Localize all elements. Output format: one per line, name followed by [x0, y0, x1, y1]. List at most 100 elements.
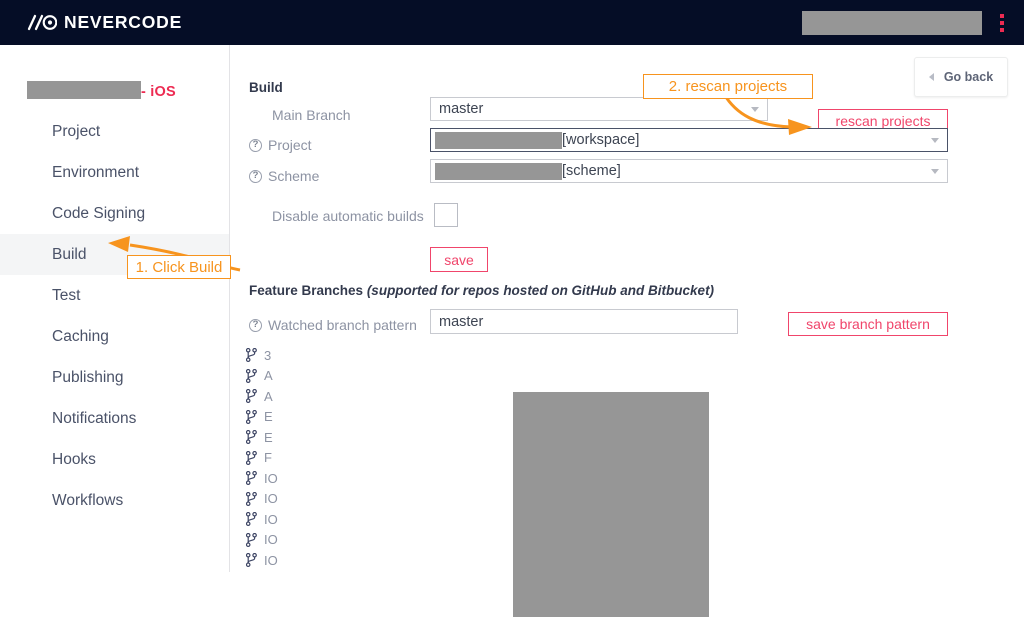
- slash-slash-circle-icon: [27, 14, 57, 31]
- sidebar-item-label: Project: [52, 122, 101, 140]
- branch-name-prefix: 3: [264, 347, 272, 363]
- main-branch-value: master: [439, 101, 484, 117]
- rescan-projects-label: rescan projects: [835, 113, 931, 129]
- watched-branch-pattern-value: master: [439, 313, 484, 330]
- sidebar-item-hooks[interactable]: Hooks: [0, 439, 229, 480]
- disable-automatic-builds-label: Disable automatic builds: [272, 208, 424, 224]
- branch-list-item[interactable]: IO: [246, 530, 506, 551]
- chevron-down-icon: [931, 168, 939, 174]
- chevron-down-icon: [931, 137, 939, 143]
- git-branch-icon: [246, 532, 257, 547]
- git-branch-icon: [246, 512, 257, 527]
- git-branch-icon: [246, 389, 257, 404]
- project-value-suffix: [workspace]: [562, 132, 640, 148]
- branch-name-prefix: A: [264, 368, 273, 384]
- branch-name-prefix: IO: [264, 491, 278, 507]
- branch-name-prefix: IO: [264, 470, 278, 486]
- vertical-dots-menu-icon[interactable]: [996, 11, 1008, 35]
- project-select[interactable]: [workspace]: [430, 128, 948, 152]
- git-branch-icon: [246, 450, 257, 465]
- git-branch-icon: [246, 348, 257, 363]
- sidebar-item-workflows[interactable]: Workflows: [0, 480, 229, 521]
- project-name-suffix: - iOS: [141, 84, 176, 100]
- git-branch-icon: [246, 491, 257, 506]
- project-name-redacted: [27, 81, 141, 99]
- sidebar-item-label: Test: [52, 286, 81, 304]
- branch-name-prefix: A: [264, 388, 273, 404]
- sidebar-item-label: Workflows: [52, 491, 124, 509]
- project-label: ? Project: [249, 137, 312, 153]
- sidebar-item-project[interactable]: Project: [0, 111, 229, 152]
- sidebar-item-environment[interactable]: Environment: [0, 152, 229, 193]
- sidebar-item-label: Environment: [52, 163, 140, 181]
- sidebar-item-test[interactable]: Test: [0, 275, 229, 316]
- save-button-label: save: [444, 251, 474, 268]
- main-branch-label: Main Branch: [272, 107, 351, 123]
- branch-list-item[interactable]: IO: [246, 468, 506, 489]
- git-branch-icon: [246, 471, 257, 486]
- disable-automatic-builds-checkbox[interactable]: [434, 203, 458, 227]
- project-value-redacted: [435, 131, 562, 149]
- branch-list-item[interactable]: IO: [246, 550, 506, 571]
- sidebar-item-label: Build: [52, 245, 87, 263]
- sidebar-item-label: Caching: [52, 327, 109, 345]
- branch-list-item[interactable]: F: [246, 448, 506, 469]
- branch-names-redacted: [513, 392, 709, 617]
- top-bar-right-group: [802, 0, 1008, 45]
- git-branch-icon: [246, 409, 257, 424]
- chevron-left-icon: [928, 73, 934, 81]
- branch-name-prefix: IO: [264, 552, 278, 568]
- scheme-value-suffix: [scheme]: [562, 163, 621, 179]
- help-icon[interactable]: ?: [249, 169, 262, 183]
- branch-list: 3 A A E E F IO IO IO IO IO: [246, 345, 506, 571]
- branch-name-prefix: E: [264, 409, 273, 425]
- brand-logo-text: NEVERCODE: [64, 12, 183, 32]
- branch-list-item[interactable]: A: [246, 366, 506, 387]
- branch-list-item[interactable]: A: [246, 386, 506, 407]
- scheme-select[interactable]: [scheme]: [430, 159, 948, 183]
- main-content: Go back Build Main Branch master rescan …: [230, 45, 1024, 617]
- branch-list-item[interactable]: IO: [246, 489, 506, 510]
- search-field-redacted[interactable]: [802, 10, 982, 35]
- branch-list-item[interactable]: IO: [246, 509, 506, 530]
- branch-list-item[interactable]: 3: [246, 345, 506, 366]
- help-icon[interactable]: ?: [249, 318, 262, 332]
- feature-branches-heading: Feature Branches (supported for repos ho…: [249, 283, 714, 298]
- branch-name-prefix: E: [264, 429, 273, 445]
- watched-branch-pattern-label: ? Watched branch pattern: [249, 317, 417, 333]
- sidebar-project-title: - iOS: [27, 78, 176, 100]
- help-icon[interactable]: ?: [249, 138, 262, 152]
- annotation-label-click-build: 1. Click Build: [127, 255, 231, 279]
- git-branch-icon: [246, 553, 257, 568]
- branch-name-prefix: IO: [264, 511, 278, 527]
- brand-logo[interactable]: NEVERCODE: [27, 12, 182, 33]
- git-branch-icon: [246, 430, 257, 445]
- branch-name-prefix: F: [264, 450, 272, 466]
- branch-list-item[interactable]: E: [246, 407, 506, 428]
- sidebar: - iOS Project Environment Code Signing Buil…: [0, 45, 230, 572]
- scheme-label: ? Scheme: [249, 168, 319, 184]
- branch-list-item[interactable]: E: [246, 427, 506, 448]
- save-branch-pattern-button[interactable]: save branch pattern: [788, 312, 948, 336]
- sidebar-item-label: Notifications: [52, 409, 137, 427]
- annotation-label-rescan-projects: 2. rescan projects: [643, 74, 813, 99]
- top-bar: NEVERCODE: [0, 0, 1024, 45]
- feature-branches-note: (supported for repos hosted on GitHub an…: [366, 283, 715, 298]
- save-branch-pattern-label: save branch pattern: [806, 316, 930, 332]
- git-branch-icon: [246, 368, 257, 383]
- scheme-value-redacted: [435, 162, 562, 180]
- sidebar-item-notifications[interactable]: Notifications: [0, 398, 229, 439]
- save-button[interactable]: save: [430, 247, 488, 272]
- sidebar-item-label: Hooks: [52, 450, 96, 468]
- go-back-label: Go back: [943, 70, 994, 84]
- sidebar-item-label: Publishing: [52, 368, 124, 386]
- sidebar-item-label: Code Signing: [52, 204, 146, 222]
- go-back-button[interactable]: Go back: [914, 57, 1008, 97]
- sidebar-item-publishing[interactable]: Publishing: [0, 357, 229, 398]
- watched-branch-pattern-input[interactable]: master: [430, 309, 738, 334]
- sidebar-item-caching[interactable]: Caching: [0, 316, 229, 357]
- sidebar-item-code-signing[interactable]: Code Signing: [0, 193, 229, 234]
- feature-branches-title: Feature Branches: [249, 283, 364, 298]
- main-branch-select[interactable]: master: [430, 97, 768, 121]
- page-title: Build: [249, 80, 283, 95]
